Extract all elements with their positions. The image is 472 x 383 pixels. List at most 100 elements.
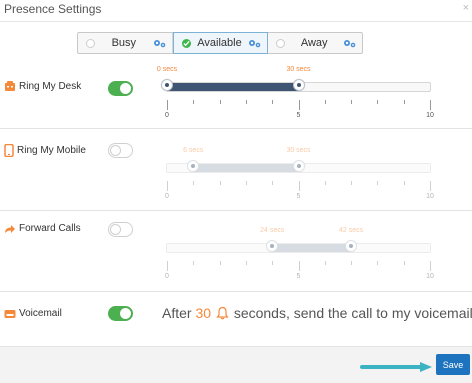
slider-tick (272, 261, 274, 265)
slider-tick (324, 100, 326, 104)
slider-tick (245, 261, 247, 265)
row-label-text: Forward Calls (19, 223, 81, 234)
gears-icon[interactable] (248, 38, 261, 49)
voicemail-label: Voicemail (4, 308, 62, 319)
slider-handle-end[interactable] (292, 160, 305, 172)
radio-unchecked-icon (276, 38, 286, 48)
ring-my-desk-toggle[interactable] (108, 81, 133, 96)
slider-tick (193, 261, 195, 265)
slider-tick-label: 5 (296, 273, 301, 280)
forward-arrow-icon (5, 224, 15, 233)
row-label-text: Voicemail (19, 308, 62, 319)
status-option-busy[interactable]: Busy (78, 33, 173, 53)
slider-tick (324, 181, 326, 185)
slider-tick (298, 181, 300, 191)
dialog-title: Presence Settings (4, 2, 102, 16)
slider-tick (351, 181, 353, 185)
slider-tick (272, 100, 274, 104)
slider-tick (430, 261, 431, 271)
status-option-away[interactable]: Away (268, 33, 362, 53)
slider-tick (298, 100, 300, 110)
slider-tick-label: 10 (426, 112, 434, 119)
slider-tick-label: 0 (165, 193, 169, 200)
dialog-titlebar: Presence Settings × (0, 0, 472, 22)
dialog-footer: Save (0, 346, 472, 383)
slider-range-fill (167, 83, 299, 91)
slider-track[interactable] (166, 243, 431, 253)
slider-tick-label: 5 (296, 112, 301, 119)
close-icon[interactable]: × (463, 2, 469, 14)
checkmark-icon (181, 38, 191, 48)
voicemail-text-before: After (162, 305, 192, 321)
desk-phone-icon (5, 81, 15, 91)
arrow-right-icon (360, 362, 432, 372)
ring-my-mobile-toggle[interactable] (108, 143, 133, 158)
slider-tick (167, 261, 168, 271)
slider-range-fill (193, 164, 299, 172)
slider-tick-label: 0 (165, 112, 169, 119)
slider-value-label-start: 0 secs (156, 66, 178, 73)
slider-tick-label: 5 (296, 193, 301, 200)
slider-tick (324, 261, 326, 265)
slider-tick-label: 10 (426, 273, 434, 280)
divider (0, 128, 472, 129)
status-option-label: Away (300, 37, 328, 49)
bell-icon[interactable] (216, 306, 229, 320)
row-label-text: Ring My Mobile (17, 145, 86, 156)
slider-tick (403, 261, 405, 265)
forward-calls-toggle[interactable] (108, 222, 133, 237)
slider-tick (403, 100, 405, 104)
row-label-text: Ring My Desk (19, 80, 82, 92)
divider (0, 210, 472, 211)
ring-my-desk-label: Ring My Desk (4, 80, 81, 92)
slider-handle-start[interactable] (161, 79, 173, 91)
ring-my-desk-slider[interactable]: 0 secs 30 secs 0 5 10 (157, 66, 434, 142)
status-option-label: Busy (111, 37, 137, 49)
slider-tick (167, 100, 168, 110)
slider-range-fill (272, 244, 352, 252)
presence-status-selector: Busy Available Away (77, 32, 363, 54)
slider-tick (351, 261, 353, 265)
radio-unchecked-icon (86, 38, 95, 48)
voicemail-toggle[interactable] (108, 306, 133, 321)
ring-my-mobile-label: Ring My Mobile (4, 144, 86, 157)
ring-my-mobile-slider[interactable]: 6 secs 30 secs 0 5 10 (165, 147, 434, 223)
forward-calls-label: Forward Calls (4, 223, 81, 234)
slider-value-label-end: 42 secs (339, 227, 364, 234)
slider-tick (272, 181, 274, 185)
slider-tick (219, 181, 221, 185)
slider-tick (245, 181, 247, 185)
slider-tick (377, 181, 379, 185)
mobile-phone-icon (4, 144, 14, 157)
slider-tick (193, 181, 195, 185)
slider-tick (167, 181, 168, 191)
voicemail-sentence: After 30 seconds, send the call to my vo… (162, 305, 472, 321)
slider-handle-end[interactable] (292, 79, 305, 91)
gears-icon[interactable] (343, 38, 356, 49)
save-button[interactable]: Save (436, 354, 470, 375)
voicemail-icon (4, 309, 16, 318)
slider-tick (377, 100, 379, 104)
slider-tick (193, 100, 195, 104)
slider-tick (430, 181, 431, 191)
slider-tick (430, 100, 431, 110)
slider-tick-label: 10 (426, 193, 434, 200)
slider-tick (219, 100, 221, 104)
voicemail-text-after: seconds, send the call to my voicemail. (233, 305, 472, 321)
voicemail-seconds-value[interactable]: 30 (195, 305, 211, 321)
forward-calls-slider[interactable]: 24 secs 42 secs 0 5 10 (165, 227, 434, 303)
slider-tick (377, 261, 379, 265)
status-option-available[interactable]: Available (172, 32, 269, 54)
slider-handle-end[interactable] (345, 240, 358, 252)
slider-tick (403, 181, 405, 185)
divider (0, 291, 472, 292)
slider-tick (245, 100, 247, 104)
slider-tick (298, 261, 300, 271)
slider-tick (351, 100, 353, 104)
gears-icon[interactable] (153, 38, 166, 49)
slider-value-label-start: 24 secs (260, 227, 285, 234)
slider-tick-label: 0 (165, 273, 169, 280)
slider-value-label-end: 30 secs (286, 66, 311, 73)
status-option-label: Available (197, 37, 242, 49)
slider-value-label-end: 30 secs (286, 147, 311, 154)
